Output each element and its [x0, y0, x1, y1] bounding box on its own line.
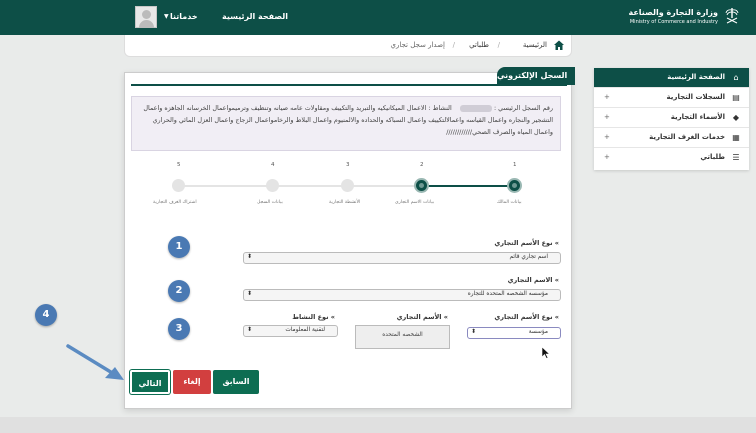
annotation-badge-1: 1	[168, 236, 190, 258]
sidebar-item-chamber-services[interactable]: ▦ خدمات الغرف التجارية +	[594, 128, 749, 148]
reg-number-redacted	[459, 104, 492, 112]
sidebar-item-commercial-records[interactable]: ▤ السجلات التجارية +	[594, 88, 749, 108]
trade-name2-readonly: الشخصه المتحده	[355, 325, 450, 349]
activity-type-select[interactable]: لتقنية المعلومات ⬍	[243, 325, 338, 337]
card-title: السجل الإلكتروني	[497, 67, 575, 85]
nav-home-link[interactable]: الصفحة الرئيسية	[222, 12, 288, 21]
activity-type-label: » نوع النشاط	[292, 313, 335, 321]
nav-services-menu[interactable]: خدماتنا	[170, 12, 198, 21]
building-icon: ▦	[732, 133, 740, 142]
user-avatar[interactable]	[135, 6, 157, 28]
caret-down-icon[interactable]: ▼	[164, 13, 169, 20]
avatar-head-shape	[142, 10, 151, 19]
list-icon: ☰	[732, 153, 740, 162]
sidebar-item-home[interactable]: ⌂ الصفحة الرئيسية	[594, 68, 749, 88]
expand-plus-icon[interactable]: +	[604, 153, 610, 161]
home-icon: ⌂	[733, 73, 739, 82]
trade-name-value: مؤسسه الشخصه المتحده للتجاره	[467, 291, 548, 297]
step-label: بيانات السجل	[257, 200, 283, 205]
annotation-badge-2: 2	[168, 280, 190, 302]
expand-plus-icon[interactable]: +	[604, 93, 610, 101]
select-arrows-icon: ⬍	[247, 326, 253, 333]
ministry-logo[interactable]: وزارة التجارة والصناعة Ministry of Comme…	[628, 6, 740, 28]
activity-type-value: لتقنية المعلومات	[285, 327, 325, 333]
annotation-badge-3: 3	[168, 318, 190, 340]
name-type-value: مؤسسة	[528, 329, 548, 335]
sidebar-item-my-requests[interactable]: ☰ طلباتي +	[594, 148, 749, 168]
step-number: 3	[346, 162, 350, 168]
trade-name-label: » الاسم التجاري	[507, 276, 559, 284]
step-label: الأنشطة التجارية	[329, 200, 361, 205]
pointer-arrow-icon	[66, 344, 124, 380]
trade-name-type-select[interactable]: اسم تجاري قائم ⬍	[243, 252, 561, 264]
stepper-progress	[421, 185, 516, 187]
tag-icon: ◆	[732, 113, 740, 122]
activity-label: النشاط :	[428, 104, 452, 112]
step-number: 4	[271, 162, 275, 168]
step-dot-done	[414, 178, 429, 193]
footer-band	[0, 417, 756, 433]
annotation-badge-4: 4	[35, 304, 57, 326]
sidebar-item-label: الأسماء التجارية	[670, 113, 725, 121]
expand-plus-icon[interactable]: +	[604, 133, 610, 141]
cancel-button[interactable]: إلغاء	[173, 370, 211, 394]
record-info-box: رقم السجل الرئيسي : النشاط : الاعمال الم…	[131, 96, 561, 151]
sidebar-item-label: السجلات التجارية	[666, 93, 725, 101]
logo-english-text: Ministry of Commerce and Industry	[629, 19, 718, 25]
documents-icon: ▤	[732, 93, 740, 102]
step-label: بيانات المالك	[497, 200, 522, 205]
top-bar: وزارة التجارة والصناعة Ministry of Comme…	[0, 0, 756, 35]
avatar-body-shape	[139, 20, 154, 28]
reg-number-label: رقم السجل الرئيسي :	[493, 104, 553, 112]
trade-name-select[interactable]: مؤسسه الشخصه المتحده للتجاره ⬍	[243, 289, 561, 301]
sidebar-item-trade-names[interactable]: ◆ الأسماء التجارية +	[594, 108, 749, 128]
step-dot-todo	[266, 179, 279, 192]
expand-plus-icon[interactable]: +	[604, 113, 610, 121]
breadcrumb: الرئيسية / طلباتي / إصدار سجل تجاري	[124, 35, 572, 57]
sidebar-item-label: طلباتي	[700, 153, 725, 161]
electronic-record-card: السجل الإلكتروني رقم السجل الرئيسي : الن…	[124, 67, 575, 409]
activity-text: الاعمال الميكانيكيه والتبريد والتكييف وم…	[143, 104, 553, 136]
sidebar-item-label: الصفحة الرئيسية	[667, 73, 725, 81]
home-icon[interactable]	[553, 39, 565, 51]
step-dot-todo	[172, 179, 185, 192]
select-arrows-icon: ⬍	[471, 328, 477, 335]
trade-name2-label: » الأسم التجاري	[396, 313, 448, 321]
select-arrows-icon: ⬍	[247, 253, 253, 260]
step-dot-done	[507, 178, 522, 193]
trade-name-type-value: اسم تجاري قائم	[509, 254, 548, 260]
step-number: 2	[420, 162, 424, 168]
select-arrows-icon: ⬍	[247, 290, 253, 297]
step-number: 1	[513, 162, 517, 168]
name-type-label: » نوع الأسم التجاري	[494, 313, 559, 321]
previous-button[interactable]: السابق	[213, 370, 259, 394]
trade-name-type-label: » نوع الأسم التجاري	[494, 239, 559, 247]
sidebar-item-label: خدمات الغرف التجارية	[649, 133, 725, 141]
logo-arabic-text: وزارة التجارة والصناعة	[628, 8, 718, 17]
step-dot-todo	[341, 179, 354, 192]
name-type-select[interactable]: مؤسسة ⬍	[467, 327, 561, 339]
palm-swords-emblem-icon	[725, 8, 739, 24]
breadcrumb-current: إصدار سجل تجاري	[390, 41, 445, 49]
breadcrumb-separator: /	[452, 41, 455, 49]
step-label: بيانات الاسم التجاري	[395, 200, 435, 205]
mouse-cursor-icon	[542, 347, 550, 359]
step-label: اشتراك الغرف التجارية	[153, 200, 197, 205]
step-number: 5	[177, 162, 181, 168]
breadcrumb-separator: /	[497, 41, 500, 49]
next-button[interactable]: التالي	[130, 370, 170, 394]
breadcrumb-requests[interactable]: طلباتي	[469, 41, 489, 49]
breadcrumb-home[interactable]: الرئيسية	[523, 41, 547, 49]
sidebar: ⌂ الصفحة الرئيسية ▤ السجلات التجارية + ◆…	[594, 68, 749, 170]
